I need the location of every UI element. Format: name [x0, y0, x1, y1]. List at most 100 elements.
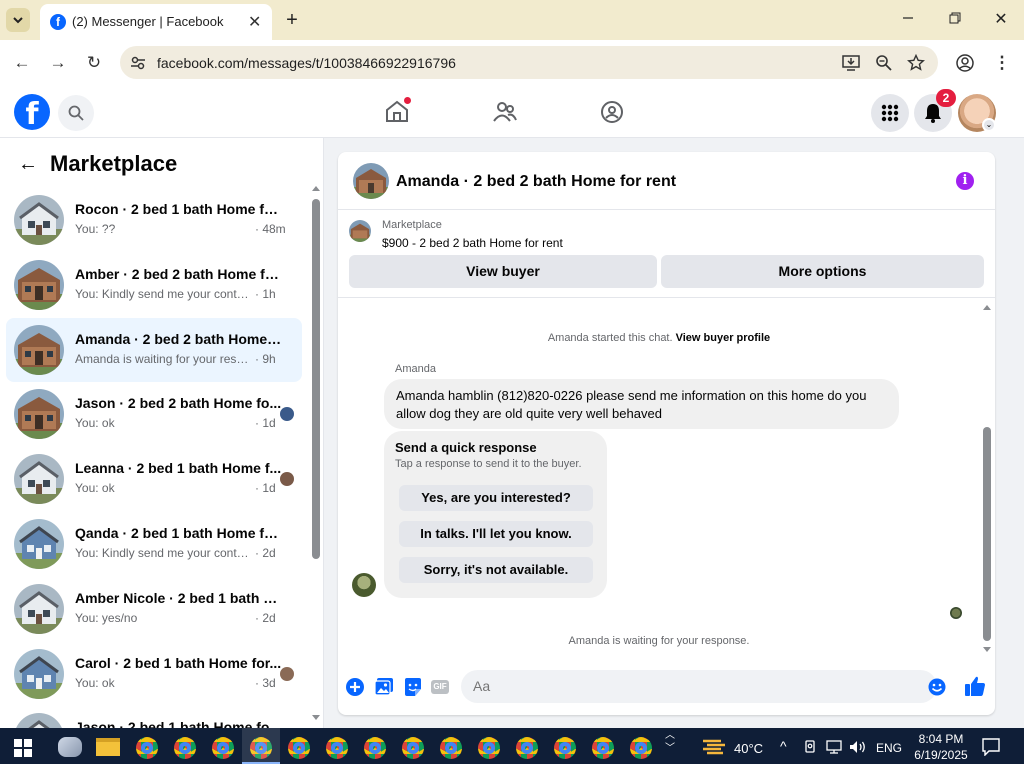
conversation-item[interactable]: Leanna · 2 bed 1 bath Home f... You: ok · … — [6, 447, 302, 511]
add-attachment-icon[interactable] — [345, 677, 365, 697]
conversation-item[interactable]: Amber Nicole · 2 bed 1 bath Ho... You: ye… — [6, 577, 302, 641]
conversation-thumbnail — [14, 648, 64, 699]
close-tab-icon[interactable]: ✕ — [248, 12, 261, 32]
browser-tab[interactable]: f (2) Messenger | Facebook ✕ — [40, 4, 272, 40]
friends-icon[interactable] — [493, 101, 517, 123]
scroll-up-icon[interactable] — [312, 185, 320, 191]
like-thumb-icon[interactable] — [964, 675, 986, 697]
conversation-item[interactable]: Jason · 2 bed 2 bath Home fo... You: ok · … — [6, 382, 302, 446]
volume-icon[interactable] — [849, 739, 867, 755]
emoji-icon[interactable] — [928, 678, 946, 696]
conversation-name: Jason · 2 bed 1 bath Home for r... — [75, 719, 285, 728]
conversation-name: Jason · 2 bed 2 bath Home fo... — [75, 395, 282, 412]
sticker-icon[interactable] — [403, 677, 423, 697]
chat-avatar[interactable] — [353, 163, 389, 199]
search-button[interactable] — [58, 95, 94, 131]
site-settings-icon[interactable] — [130, 55, 146, 71]
chat-scroll-up-icon[interactable] — [983, 304, 991, 310]
chrome-taskbar-icon[interactable] — [212, 737, 234, 759]
gif-icon[interactable]: GIF — [431, 680, 449, 694]
clock-date[interactable]: 6/19/2025 — [910, 748, 972, 762]
file-explorer-icon[interactable] — [96, 738, 120, 756]
conversation-item[interactable]: Qanda · 2 bed 1 bath Home for r... You: K… — [6, 512, 302, 576]
info-icon[interactable]: i — [956, 172, 974, 190]
conversation-item[interactable]: Amanda · 2 bed 2 bath Home fo... Amanda i… — [6, 317, 302, 382]
conversation-name: Rocon · 2 bed 1 bath Home for r... — [75, 201, 285, 217]
language-indicator[interactable]: ENG — [876, 741, 902, 755]
browser-menu-icon[interactable]: ⋮ — [990, 51, 1014, 75]
meet-now-icon[interactable] — [803, 740, 817, 754]
show-hidden-icons-icon[interactable]: ^ — [780, 738, 787, 754]
reload-icon[interactable]: ↻ — [82, 51, 106, 75]
zoom-icon[interactable] — [876, 55, 892, 71]
groups-icon[interactable] — [600, 100, 624, 124]
view-buyer-profile-link[interactable]: View buyer profile — [676, 332, 771, 344]
listing-item[interactable]: $900 - 2 bed 2 bath Home for rent — [382, 236, 563, 250]
more-options-button[interactable]: More options — [661, 255, 984, 288]
url-text[interactable]: facebook.com/messages/t/1003846692291679… — [157, 55, 456, 71]
notification-center-icon[interactable] — [982, 738, 1000, 756]
conversation-preview: You: ok — [75, 481, 115, 496]
back-icon[interactable]: ← — [10, 51, 34, 75]
clock-time[interactable]: 8:04 PM — [914, 732, 968, 746]
conversation-name: Amber Nicole · 2 bed 1 bath Ho... — [75, 589, 285, 606]
conversation-preview: You: Kindly send me your contact n... — [75, 286, 253, 301]
chrome-taskbar-icon[interactable] — [478, 737, 500, 759]
system-message: Amanda started this chat. View buyer pro… — [338, 332, 980, 344]
view-buyer-button[interactable]: View buyer — [349, 255, 657, 288]
sender-avatar[interactable] — [352, 573, 376, 597]
conversation-item[interactable]: Amber · 2 bed 2 bath Home for ... You: Ki… — [6, 253, 302, 317]
conversation-item[interactable]: Jason · 2 bed 1 bath Home for r... — [6, 706, 302, 728]
chat-title: Amanda · 2 bed 2 bath Home for rent — [396, 173, 677, 190]
address-bar[interactable]: facebook.com/messages/t/1003846692291679… — [120, 46, 938, 79]
conversation-name: Leanna · 2 bed 1 bath Home f... — [75, 460, 282, 477]
chrome-taskbar-icon[interactable] — [174, 737, 196, 759]
install-app-icon[interactable] — [842, 54, 860, 71]
message-composer[interactable] — [461, 670, 946, 703]
windows-start-icon[interactable] — [14, 739, 32, 757]
conversation-name: Carol · 2 bed 1 bath Home for... — [75, 654, 282, 671]
chrome-taskbar-icon[interactable] — [630, 737, 652, 759]
tab-search-icon[interactable] — [6, 8, 30, 32]
listing-thumb[interactable] — [349, 220, 371, 242]
scroll-down-icon[interactable] — [312, 715, 320, 721]
bookmark-star-icon[interactable] — [907, 54, 925, 71]
conversation-time: · 2d — [255, 610, 276, 625]
left-scrollbar[interactable] — [312, 199, 320, 559]
quick-reply-yes[interactable]: Yes, are you interested? — [399, 485, 593, 511]
message-input[interactable] — [473, 678, 893, 694]
app-icon[interactable] — [58, 737, 82, 757]
chrome-taskbar-icon[interactable] — [554, 737, 576, 759]
account-chevron-icon[interactable]: ⌄ — [982, 118, 996, 132]
network-icon[interactable] — [826, 740, 842, 754]
chat-scrollbar[interactable] — [983, 427, 991, 641]
chrome-taskbar-icon[interactable] — [326, 737, 348, 759]
facebook-logo-icon[interactable]: f — [14, 94, 50, 132]
photo-icon[interactable] — [374, 677, 394, 697]
forward-icon[interactable]: → — [46, 51, 70, 75]
chrome-taskbar-icon[interactable] — [288, 737, 310, 759]
weather-icon[interactable] — [701, 738, 727, 756]
back-arrow-icon[interactable]: ← — [18, 153, 38, 176]
conversation-item[interactable]: Carol · 2 bed 1 bath Home for... You: ok ·… — [6, 642, 302, 706]
restore-icon[interactable] — [943, 8, 967, 32]
chrome-taskbar-icon[interactable] — [402, 737, 424, 759]
minimize-icon[interactable] — [896, 8, 920, 32]
chrome-taskbar-icon[interactable] — [592, 737, 614, 759]
chrome-taskbar-icon[interactable] — [364, 737, 386, 759]
temperature[interactable]: 40°C — [734, 741, 763, 756]
menu-button[interactable] — [871, 94, 909, 132]
conversation-item[interactable]: Rocon · 2 bed 1 bath Home for r... You: ?… — [6, 188, 302, 252]
new-tab-icon[interactable]: + — [280, 8, 304, 32]
chrome-taskbar-icon[interactable] — [516, 737, 538, 759]
close-window-icon[interactable]: ✕ — [989, 8, 1013, 32]
browser-tab-bar: f (2) Messenger | Facebook ✕ + ✕ — [0, 0, 1024, 40]
quick-reply-not-available[interactable]: Sorry, it's not available. — [399, 557, 593, 583]
chat-scroll-down-icon[interactable] — [983, 647, 991, 653]
profile-icon[interactable] — [956, 54, 974, 72]
chrome-taskbar-icon[interactable] — [440, 737, 462, 759]
taskbar-scroll-arrows[interactable]: ︿ ﹀ — [665, 729, 675, 755]
chrome-taskbar-icon[interactable] — [136, 737, 158, 759]
conversation-thumbnail — [14, 324, 64, 375]
quick-reply-in-talks[interactable]: In talks. I'll let you know. — [399, 521, 593, 547]
